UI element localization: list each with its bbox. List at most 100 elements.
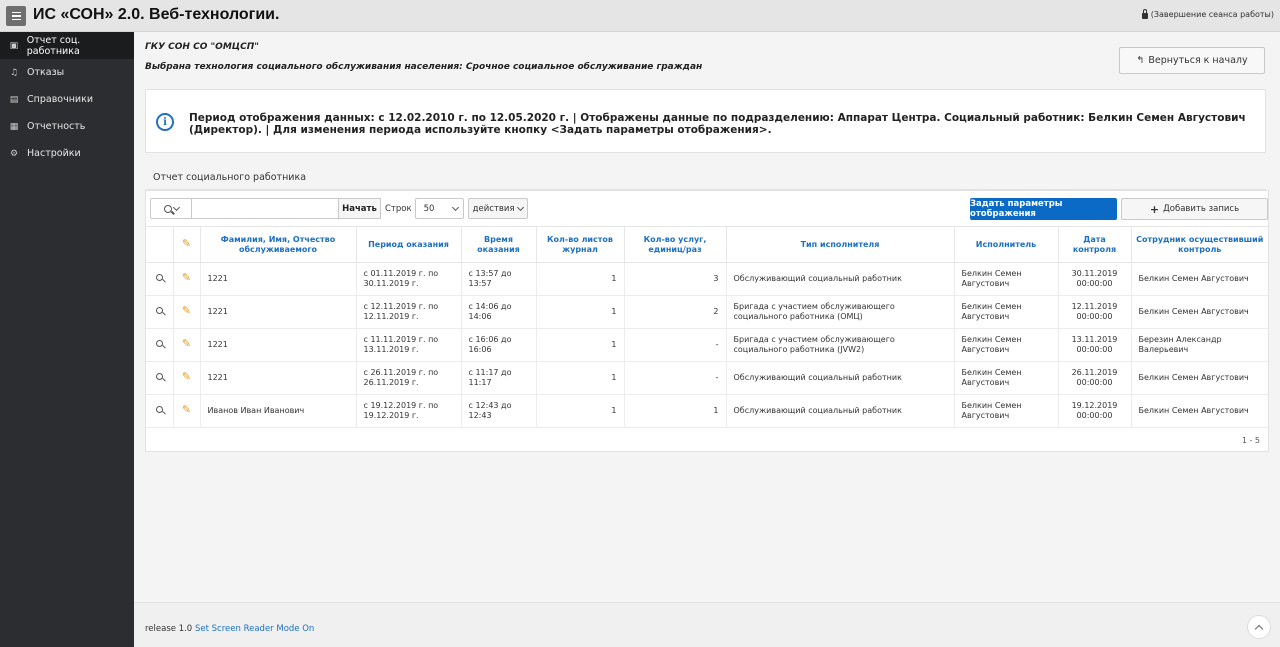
app-title: ИС «СОН» 2.0. Веб-технологии. (33, 6, 280, 23)
hamburger-menu-icon[interactable] (6, 6, 26, 26)
actions-menu-button[interactable]: действия (467, 198, 528, 219)
cell-services: - (624, 361, 727, 395)
go-button[interactable]: Начать (339, 198, 381, 219)
edit-row-button[interactable]: ✎ (173, 295, 201, 329)
back-to-start-button[interactable]: ↰ Вернуться к началу (1119, 47, 1265, 74)
cell-time: с 11:17 до 11:17 (461, 361, 537, 395)
cell-sheets: 1 (536, 361, 625, 395)
cell-time: с 16:06 до 16:06 (461, 328, 537, 362)
bell-icon: ♫ (9, 67, 19, 78)
chevron-down-icon (172, 203, 180, 211)
cell-fio: 1221 (200, 328, 357, 362)
cell-controller: Белкин Семен Августович (1131, 394, 1268, 428)
cell-date: 12.11.2019 00:00:00 (1058, 295, 1132, 329)
cell-controller: Березин Александр Валерьевич (1131, 328, 1268, 362)
cell-services: 2 (624, 295, 727, 329)
cell-period: с 19.12.2019 г. по 19.12.2019 г. (356, 394, 462, 428)
view-row-button[interactable] (146, 361, 174, 395)
magnifier-icon (155, 306, 163, 314)
column-header-controller[interactable]: Сотрудник осуществивший контроль (1131, 226, 1268, 263)
report-panel: Начать Строк 50 действия Задать параметр… (145, 190, 1269, 452)
screen-reader-link[interactable]: Set Screen Reader Mode On (195, 624, 314, 634)
magnifier-icon (155, 273, 163, 281)
column-header-sheets[interactable]: Кол-во листов журнал (536, 226, 625, 263)
sidebar-item-label: Отчетность (27, 121, 86, 132)
cell-sheets: 1 (536, 328, 625, 362)
sidebar-item-reporting[interactable]: ▦ Отчетность (0, 113, 134, 140)
sidebar-item-settings[interactable]: ⚙ Настройки (0, 140, 134, 167)
sidebar-item-label: Настройки (27, 148, 81, 159)
cell-type: Обслуживающий социальный работник (726, 262, 955, 296)
cell-sheets: 1 (536, 394, 625, 428)
view-row-button[interactable] (146, 394, 174, 428)
set-display-params-button[interactable]: Задать параметры отображения (970, 198, 1117, 220)
view-row-button[interactable] (146, 262, 174, 296)
sidebar-item-refusals[interactable]: ♫ Отказы (0, 59, 134, 86)
rows-per-page-select[interactable]: 50 (414, 198, 464, 219)
view-row-button[interactable] (146, 295, 174, 329)
pencil-icon: ✎ (181, 337, 192, 351)
report-icon: ▣ (9, 40, 19, 51)
cell-date: 26.11.2019 00:00:00 (1058, 361, 1132, 395)
table-row: ✎ 1221 с 11.11.2019 г. по 13.11.2019 г. … (146, 328, 1268, 362)
sidebar-item-report[interactable]: ▣ Отчет соц. работника (0, 32, 134, 59)
column-header-period[interactable]: Период оказания (356, 226, 462, 263)
book-icon: ▤ (9, 94, 19, 105)
add-record-button[interactable]: + Добавить запись (1121, 198, 1268, 220)
cell-type: Обслуживающий социальный работник (726, 394, 955, 428)
edit-row-button[interactable]: ✎ (173, 394, 201, 428)
edit-row-button[interactable]: ✎ (173, 361, 201, 395)
column-header-type[interactable]: Тип исполнителя (726, 226, 955, 263)
sidebar: ▣ Отчет соц. работника ♫ Отказы ▤ Справо… (0, 32, 134, 647)
search-input[interactable] (192, 198, 339, 219)
cell-fio: 1221 (200, 262, 357, 296)
tab-social-worker-report[interactable]: Отчет социального работника (145, 167, 315, 191)
table-row: ✎ 1221 с 26.11.2019 г. по 26.11.2019 г. … (146, 361, 1268, 395)
pencil-icon: ✎ (181, 271, 192, 285)
technology-label: Выбрана технология социального обслужива… (145, 62, 703, 72)
add-record-label: Добавить запись (1163, 204, 1240, 214)
pencil-icon: ✎ (181, 304, 192, 318)
pencil-icon: ✎ (181, 237, 192, 250)
search-icon (163, 204, 172, 213)
magnifier-icon (155, 339, 163, 347)
chevron-down-icon (516, 203, 524, 211)
info-box: i Период отображения данных: с 12.02.201… (145, 89, 1266, 153)
scroll-to-top-button[interactable] (1247, 615, 1271, 639)
column-header-time[interactable]: Время оказания (461, 226, 537, 263)
organization-name: ГКУ СОН СО "ОМЦСП" (145, 42, 259, 52)
gears-icon: ⚙ (9, 148, 19, 159)
table-row: ✎ Иванов Иван Иванович с 19.12.2019 г. п… (146, 394, 1268, 428)
cell-time: с 13:57 до 13:57 (461, 262, 537, 296)
table-header-row: ✎ Фамилия, Имя, Отчество обслуживаемого … (146, 226, 1268, 263)
edit-row-button[interactable]: ✎ (173, 328, 201, 362)
column-header-services[interactable]: Кол-во услуг, единиц/раз (624, 226, 727, 263)
cell-type: Бригада с участием обслуживающего социал… (726, 328, 955, 362)
magnifier-icon (155, 405, 163, 413)
column-header-date[interactable]: Дата контроля (1058, 226, 1132, 263)
lock-icon (1141, 9, 1148, 19)
edit-row-button[interactable]: ✎ (173, 262, 201, 296)
view-row-button[interactable] (146, 328, 174, 362)
cell-fio: 1221 (200, 295, 357, 329)
actions-label: действия (472, 203, 515, 214)
table-icon: ▦ (9, 121, 19, 132)
sidebar-item-label: Отказы (27, 67, 65, 78)
pencil-icon: ✎ (181, 370, 192, 384)
report-table: ✎ Фамилия, Имя, Отчество обслуживаемого … (146, 226, 1268, 428)
cell-type: Обслуживающий социальный работник (726, 361, 955, 395)
search-column-selector[interactable] (150, 198, 192, 219)
cell-executor: Белкин Семен Августович (954, 361, 1059, 395)
cell-services: 1 (624, 394, 727, 428)
rows-per-page-value: 50 (423, 203, 435, 214)
cell-sheets: 1 (536, 295, 625, 329)
info-icon: i (156, 113, 174, 131)
sidebar-item-directories[interactable]: ▤ Справочники (0, 86, 134, 113)
info-text: Период отображения данных: с 12.02.2010 … (189, 112, 1246, 136)
logout-label: (Завершение сеанса работы) (1150, 10, 1274, 19)
cell-type: Бригада с участием обслуживающего социал… (726, 295, 955, 329)
column-header-executor[interactable]: Исполнитель (954, 226, 1059, 263)
column-header-fio[interactable]: Фамилия, Имя, Отчество обслуживаемого (200, 226, 357, 263)
logout-link[interactable]: (Завершение сеанса работы) (1141, 9, 1274, 19)
cell-executor: Белкин Семен Августович (954, 262, 1059, 296)
